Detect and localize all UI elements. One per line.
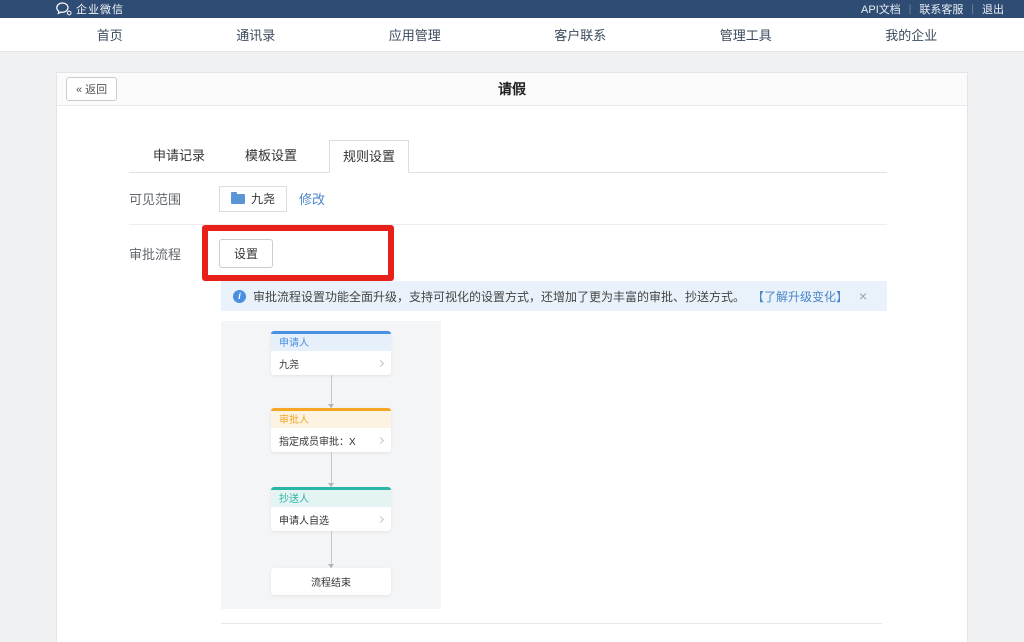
approval-flow-diagram: 申请人 九尧 审批人 指定成员审批：X 抄送人 申请人自选: [221, 321, 441, 609]
visible-range-row: 可见范围 九尧 修改: [129, 173, 887, 225]
flow-node-value: 申请人自选: [279, 512, 329, 527]
flow-end-node: 流程结束: [271, 568, 391, 595]
nav-item-app-management[interactable]: 应用管理: [389, 25, 441, 44]
nav-item-my-company[interactable]: 我的企业: [885, 25, 937, 44]
top-links: API文档 | 联系客服 | 退出: [853, 1, 1012, 17]
approval-flow-label: 审批流程: [129, 244, 219, 263]
approval-flow-row: 审批流程 设置: [129, 225, 887, 281]
flow-node-applicant: 申请人 九尧: [271, 331, 391, 375]
flow-node-value-row[interactable]: 九尧: [271, 351, 391, 375]
tab-application-records[interactable]: 申请记录: [133, 140, 225, 172]
setup-button[interactable]: 设置: [219, 239, 273, 268]
wecom-logo: 企业微信: [56, 1, 124, 17]
close-icon[interactable]: ×: [859, 289, 867, 303]
chat-bubble-icon: [56, 2, 72, 16]
chevron-right-icon: [377, 359, 384, 366]
learn-upgrade-link[interactable]: 【了解升级变化】: [752, 288, 848, 305]
visible-range-label: 可见范围: [129, 189, 219, 208]
flow-node-value-row[interactable]: 指定成员审批：X: [271, 428, 391, 452]
logo-text: 企业微信: [76, 1, 124, 17]
banner-text: 审批流程设置功能全面升级，支持可视化的设置方式，还增加了更为丰富的审批、抄送方式…: [253, 288, 745, 305]
flow-node-value: 九尧: [279, 356, 299, 371]
page-title: 请假: [57, 79, 967, 99]
folder-icon: [231, 194, 245, 204]
scope-tag: 九尧: [219, 186, 287, 212]
main-nav: 首页 通讯录 应用管理 客户联系 管理工具 我的企业: [0, 18, 1024, 52]
divider: [221, 623, 882, 624]
nav-item-contacts[interactable]: 通讯录: [236, 25, 275, 44]
flow-node-value-row[interactable]: 申请人自选: [271, 507, 391, 531]
nav-item-admin-tools[interactable]: 管理工具: [720, 25, 772, 44]
edit-scope-link[interactable]: 修改: [299, 189, 325, 208]
flow-node-approver: 审批人 指定成员审批：X: [271, 408, 391, 452]
top-bar: 企业微信 API文档 | 联系客服 | 退出: [0, 0, 1024, 18]
flow-node-role: 申请人: [271, 331, 391, 351]
nav-item-home[interactable]: 首页: [97, 25, 123, 44]
nav-item-customer-contact[interactable]: 客户联系: [554, 25, 606, 44]
flow-arrow-down: [331, 375, 332, 408]
flow-node-value: 指定成员审批：X: [279, 433, 356, 448]
flow-node-role: 审批人: [271, 408, 391, 428]
contact-support-link[interactable]: 联系客服: [911, 1, 971, 17]
tab-bar: 申请记录 模板设置 规则设置: [129, 140, 887, 173]
flow-node-cc: 抄送人 申请人自选: [271, 487, 391, 531]
api-docs-link[interactable]: API文档: [853, 1, 909, 17]
upgrade-banner: 审批流程设置功能全面升级，支持可视化的设置方式，还增加了更为丰富的审批、抄送方式…: [221, 281, 887, 311]
chevron-right-icon: [377, 515, 384, 522]
tab-rule-settings[interactable]: 规则设置: [329, 140, 409, 173]
panel-content: 申请记录 模板设置 规则设置 可见范围 九尧 修改 审批流程 设置 审批流程设置…: [57, 140, 967, 624]
chevron-right-icon: [377, 436, 384, 443]
app-settings-panel: « 返回 请假 申请记录 模板设置 规则设置 可见范围 九尧 修改 审批流程 设…: [56, 72, 968, 642]
flow-arrow-down: [331, 531, 332, 568]
tab-template-settings[interactable]: 模板设置: [225, 140, 317, 172]
flow-node-role: 抄送人: [271, 487, 391, 507]
logout-link[interactable]: 退出: [974, 1, 1012, 17]
info-icon: [233, 290, 246, 303]
panel-header: « 返回 请假: [57, 73, 967, 106]
scope-name: 九尧: [251, 190, 275, 207]
flow-arrow-down: [331, 452, 332, 487]
